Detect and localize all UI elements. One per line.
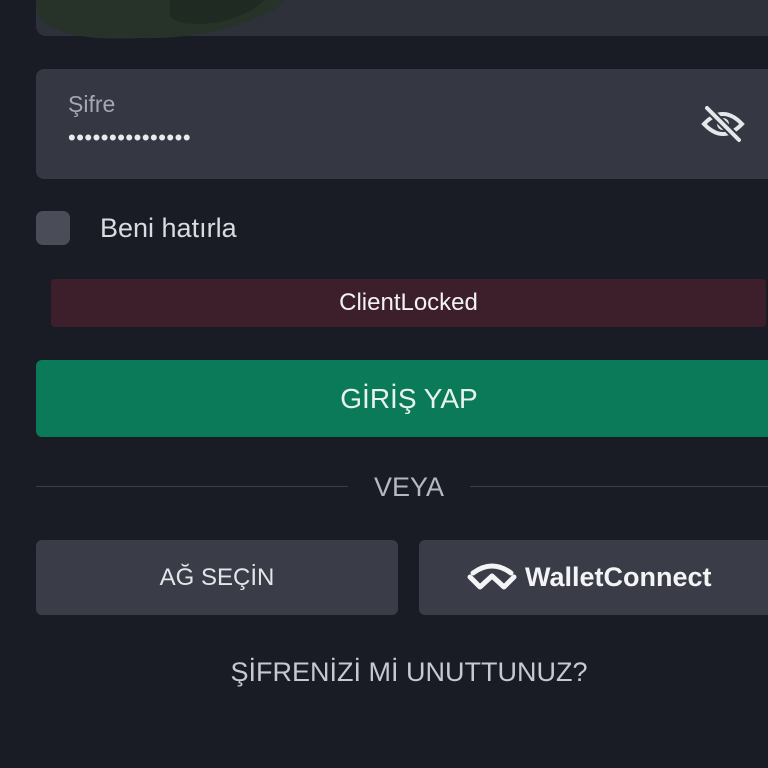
login-form: Şifre ••••••••••••••• Beni hatırla Clien…	[0, 0, 768, 768]
forgot-password-link[interactable]: ŞİFRENİZİ Mİ UNUTTUNUZ?	[0, 657, 768, 688]
select-network-label: AĞ SEÇİN	[159, 563, 275, 591]
blurred-avatar-area	[35, 0, 284, 39]
remember-me-row[interactable]: Beni hatırla	[36, 210, 237, 246]
login-button-label: GİRİŞ YAP	[340, 382, 478, 414]
password-input[interactable]: •••••••••••••••	[68, 125, 191, 151]
walletconnect-label: WalletConnect	[525, 562, 712, 592]
walletconnect-button[interactable]: WalletConnect	[419, 540, 768, 615]
login-button[interactable]: GİRİŞ YAP	[36, 360, 768, 437]
eye-off-icon	[701, 105, 745, 143]
walletconnect-icon	[467, 563, 517, 593]
divider-left-line	[36, 486, 348, 487]
remember-me-checkbox[interactable]	[36, 211, 70, 245]
select-network-button[interactable]: AĞ SEÇİN	[36, 540, 398, 615]
divider-right-line	[470, 486, 768, 487]
password-field[interactable]: Şifre •••••••••••••••	[36, 69, 768, 179]
error-message: ClientLocked	[51, 279, 766, 327]
toggle-password-visibility-button[interactable]	[700, 103, 746, 145]
remember-me-label: Beni hatırla	[100, 212, 237, 243]
or-divider-text: VEYA	[373, 472, 445, 502]
password-label: Şifre	[68, 91, 116, 117]
